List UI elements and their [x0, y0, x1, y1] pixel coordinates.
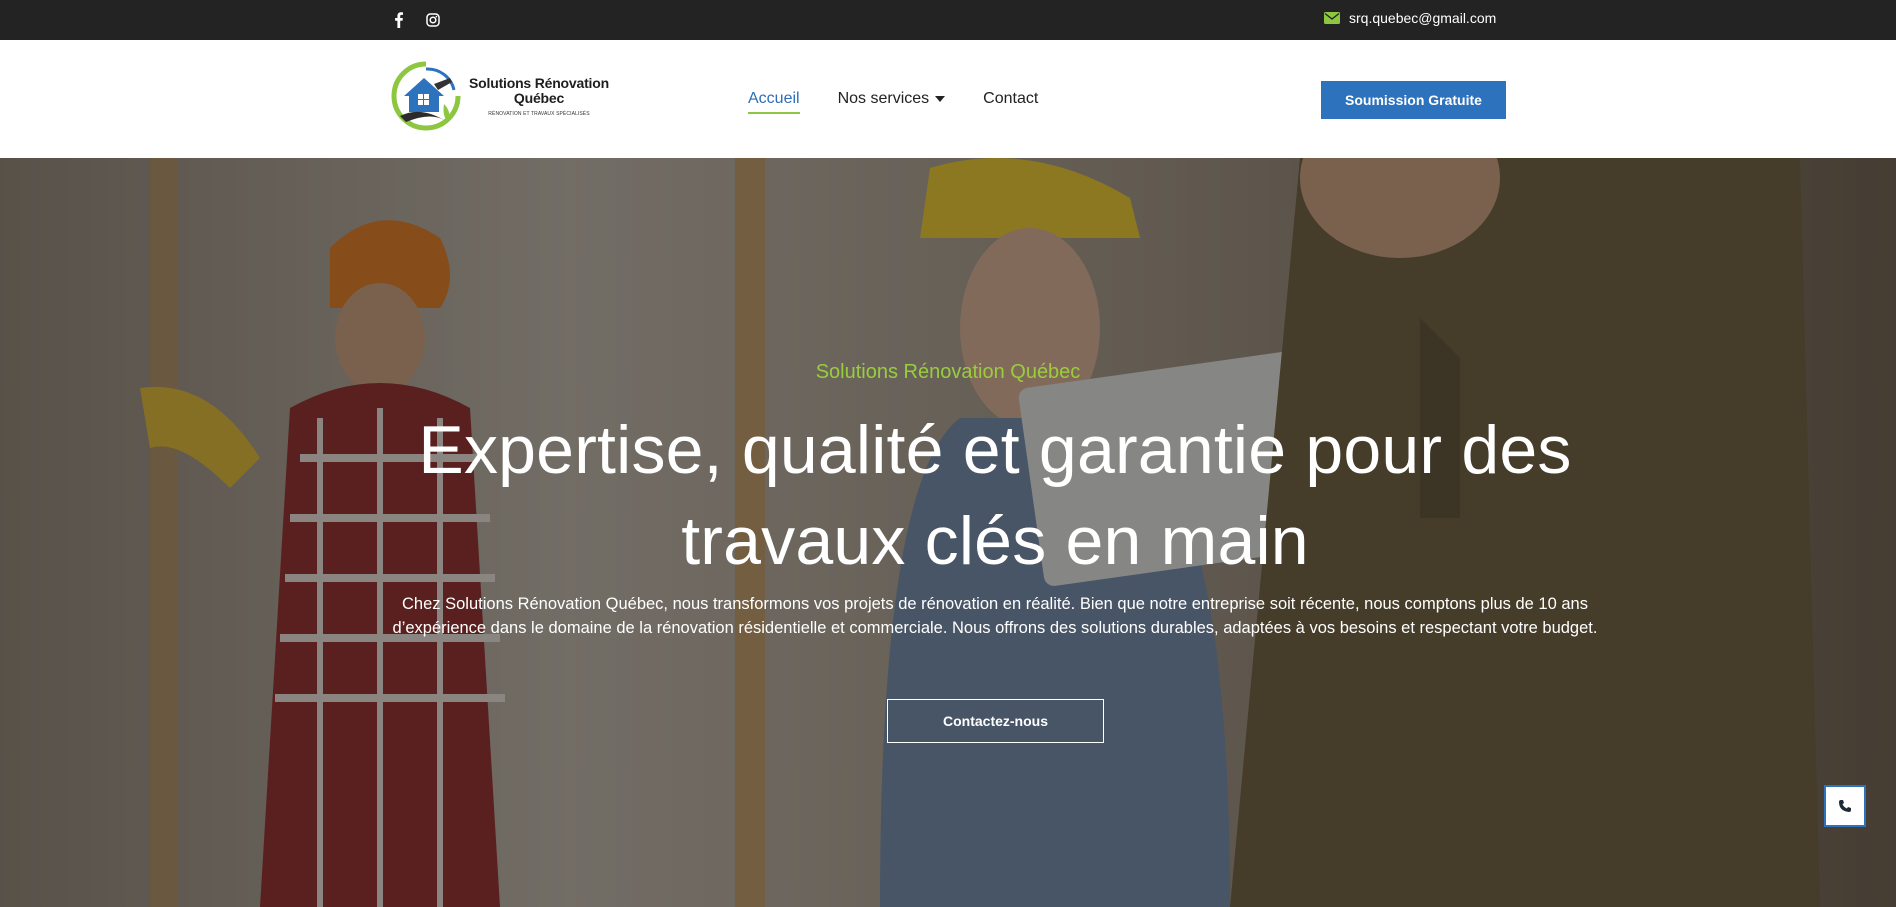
nav-item-label: Nos services: [837, 90, 930, 107]
hero-kicker: Solutions Rénovation Québec: [815, 361, 1081, 383]
floating-call-button[interactable]: [1824, 785, 1866, 827]
email-address: srq.quebec@gmail.com: [1349, 10, 1497, 26]
logo-title: Solutions Rénovation Québec: [469, 74, 609, 106]
site-logo[interactable]: Solutions Rénovation Québec RÉNOVATION E…: [390, 59, 620, 133]
caret-down-icon: [935, 96, 946, 102]
nav-item-contact[interactable]: Contact: [983, 90, 1038, 108]
contact-us-button[interactable]: Contactez-nous: [887, 699, 1104, 743]
site-header: Solutions Rénovation Québec RÉNOVATION E…: [0, 40, 1896, 158]
free-quote-button[interactable]: Soumission Gratuite: [1321, 81, 1506, 119]
hero-description: Chez Solutions Rénovation Québec, nous t…: [392, 595, 1598, 637]
top-bar: srq.quebec@gmail.com: [0, 0, 1896, 40]
envelope-icon: [1324, 12, 1340, 24]
house-logo-icon: [391, 61, 461, 131]
phone-icon: [1839, 800, 1851, 812]
email-link[interactable]: srq.quebec@gmail.com: [1324, 10, 1496, 26]
hero-headline: Expertise, qualité et garantie pour des …: [418, 412, 1572, 579]
instagram-icon[interactable]: [424, 11, 442, 29]
logo-subtitle: RÉNOVATION ET TRAVAUX SPÉCIALISÉS: [488, 110, 590, 117]
nav-item-label: Accueil: [748, 90, 800, 107]
nav-item-accueil[interactable]: Accueil: [748, 90, 800, 114]
main-nav: Accueil Nos services Contact: [748, 90, 1038, 114]
social-links: [390, 11, 442, 29]
facebook-icon[interactable]: [390, 11, 408, 29]
hero-section: Solutions Rénovation Québec Expertise, q…: [0, 158, 1896, 907]
nav-item-services[interactable]: Nos services: [838, 90, 946, 108]
nav-item-label: Contact: [983, 90, 1039, 107]
